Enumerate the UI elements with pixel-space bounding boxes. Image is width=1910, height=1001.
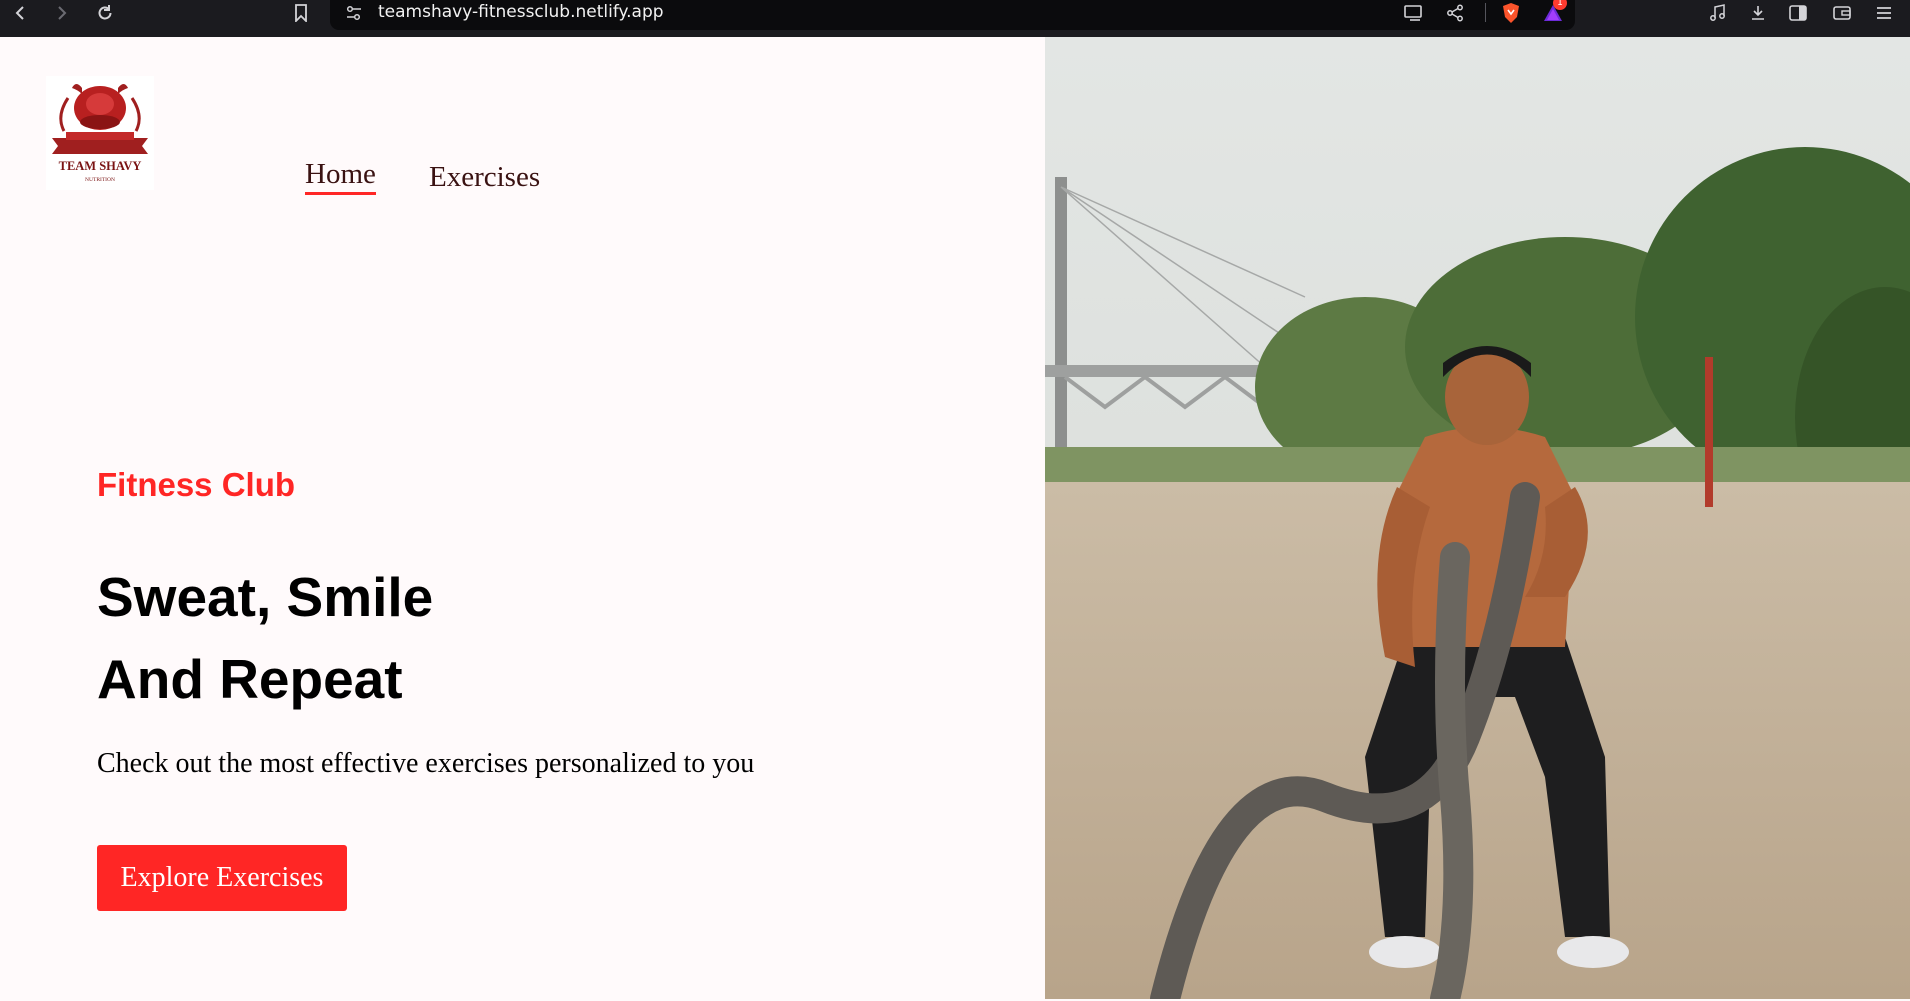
team-shavy-logo[interactable]: TEAM SHAVY NUTRITION (46, 76, 154, 190)
brave-shield-icon[interactable] (1497, 0, 1525, 25)
hero-image (1045, 37, 1910, 999)
back-icon[interactable] (6, 0, 34, 25)
bookmark-icon[interactable] (287, 0, 315, 25)
forward-icon[interactable] (48, 0, 76, 25)
cast-icon[interactable] (1399, 0, 1427, 25)
sidebar-toggle-icon[interactable] (1784, 0, 1812, 25)
toolbar-separator (1485, 3, 1486, 22)
address-bar[interactable]: teamshavy-fitnessclub.netlify.app (330, 0, 1575, 30)
menu-icon[interactable] (1870, 0, 1898, 25)
share-icon[interactable] (1441, 0, 1469, 25)
media-icon[interactable] (1704, 0, 1732, 25)
browser-toolbar: teamshavy-fitnessclub.netlify.app 1 (0, 0, 1910, 37)
explore-exercises-button[interactable]: Explore Exercises (97, 845, 347, 911)
url-text[interactable]: teamshavy-fitnessclub.netlify.app (378, 2, 664, 22)
hero-headline-line1: Sweat, Smile (97, 566, 434, 628)
nav-exercises-link[interactable]: Exercises (429, 161, 540, 194)
logo-text-main: TEAM SHAVY (59, 159, 142, 173)
logo-text-sub: NUTRITION (85, 177, 115, 183)
reload-icon[interactable] (91, 0, 119, 25)
download-icon[interactable] (1744, 0, 1772, 25)
hero-subtext: Check out the most effective exercises p… (97, 748, 755, 779)
hero-headline-line2: And Repeat (97, 648, 403, 710)
wallet-icon[interactable] (1828, 0, 1856, 25)
hero-headline: Sweat, Smile And Repeat (97, 556, 433, 720)
site-settings-icon[interactable] (340, 0, 368, 25)
nav-home-link[interactable]: Home (305, 158, 376, 195)
hero-eyebrow: Fitness Club (97, 466, 296, 503)
